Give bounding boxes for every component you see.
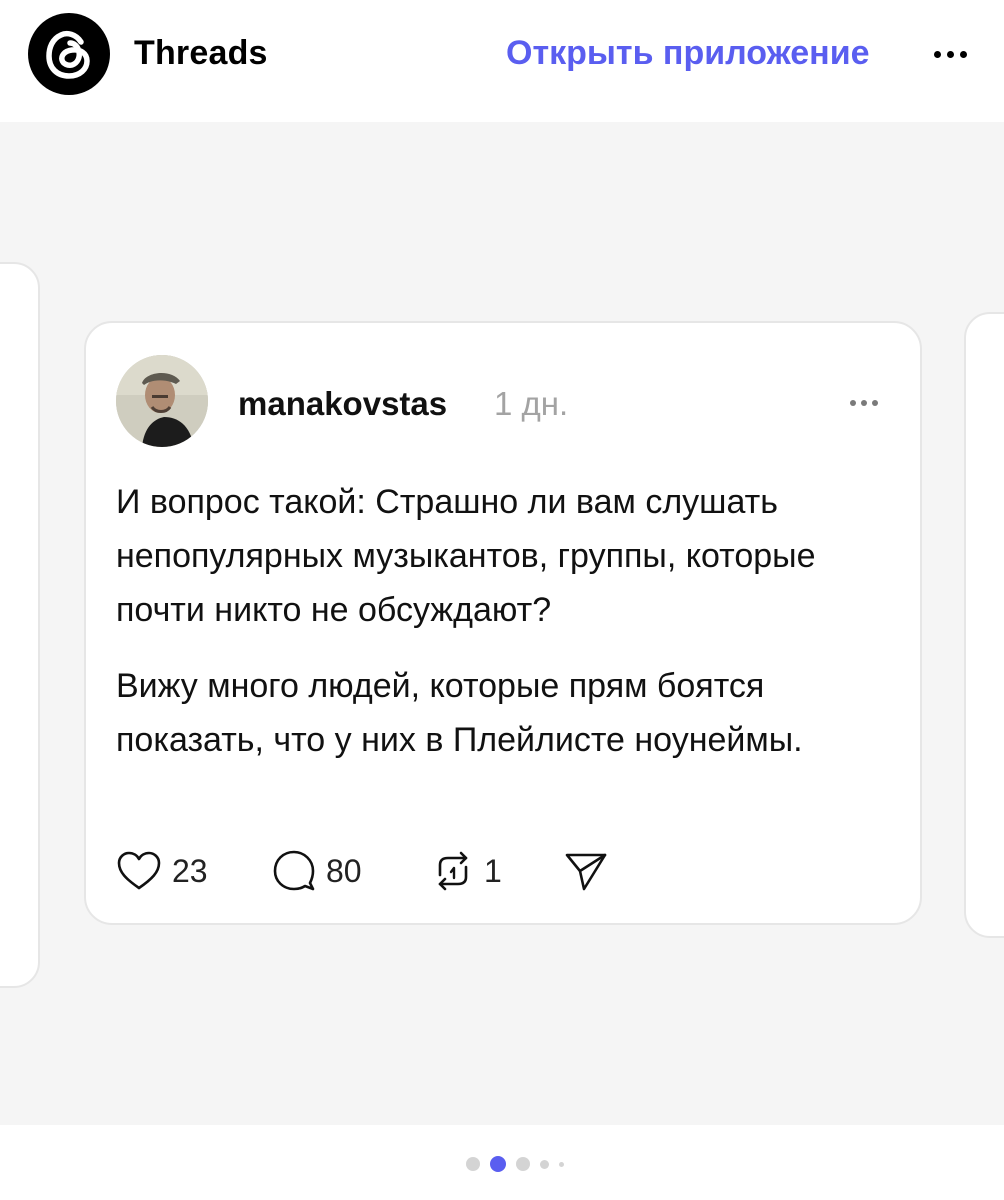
reply-count: 80 xyxy=(326,852,362,889)
more-dot xyxy=(946,50,954,58)
comment-icon xyxy=(273,850,315,891)
reply-button[interactable]: 80 xyxy=(272,845,362,897)
heart-icon xyxy=(117,851,161,890)
threads-logo-icon[interactable] xyxy=(28,13,110,95)
repost-icon xyxy=(438,851,468,891)
repost-count: 1 xyxy=(484,852,502,889)
more-dot xyxy=(850,400,856,406)
post-username[interactable]: manakovstas xyxy=(238,385,447,423)
repost-button[interactable]: 1 xyxy=(432,845,502,897)
avatar-photo xyxy=(116,355,208,447)
previous-post-card[interactable] xyxy=(0,262,40,988)
post-text-paragraph: И вопрос такой: Страшно ли вам слушать н… xyxy=(116,483,816,629)
more-dot xyxy=(959,50,967,58)
pager-dot[interactable] xyxy=(516,1157,530,1171)
threads-logo-glyph xyxy=(46,30,90,79)
post-time: 1 дн. xyxy=(494,385,569,422)
pager-dot[interactable] xyxy=(490,1156,506,1172)
avatar[interactable] xyxy=(116,355,208,447)
more-dot xyxy=(872,400,878,406)
open-app-link[interactable]: Открыть приложение xyxy=(506,34,870,73)
top-bar: Threads Открыть приложение xyxy=(0,0,1004,122)
post-carousel[interactable]: manakovstas 1 дн. И вопрос такой: Страшн… xyxy=(0,122,1004,1125)
post-card: manakovstas 1 дн. И вопрос такой: Страшн… xyxy=(84,321,922,925)
bottom-bar xyxy=(0,1125,1004,1200)
more-horizontal-icon[interactable] xyxy=(928,36,972,72)
carousel-pager xyxy=(466,1156,564,1172)
more-dot xyxy=(933,50,941,58)
like-count: 23 xyxy=(172,852,208,889)
brand-name: Threads xyxy=(134,34,268,72)
share-button[interactable] xyxy=(564,845,608,897)
pager-dot[interactable] xyxy=(466,1157,480,1171)
post-text-paragraph: Вижу много людей, которые прям боятся по… xyxy=(116,667,803,759)
like-button[interactable]: 23 xyxy=(116,845,208,897)
share-icon xyxy=(565,853,607,891)
pager-dot[interactable] xyxy=(559,1161,564,1167)
more-dot xyxy=(861,400,867,406)
post-more-icon[interactable] xyxy=(846,393,882,413)
next-post-card[interactable] xyxy=(964,312,1004,938)
pager-dot[interactable] xyxy=(540,1159,549,1169)
